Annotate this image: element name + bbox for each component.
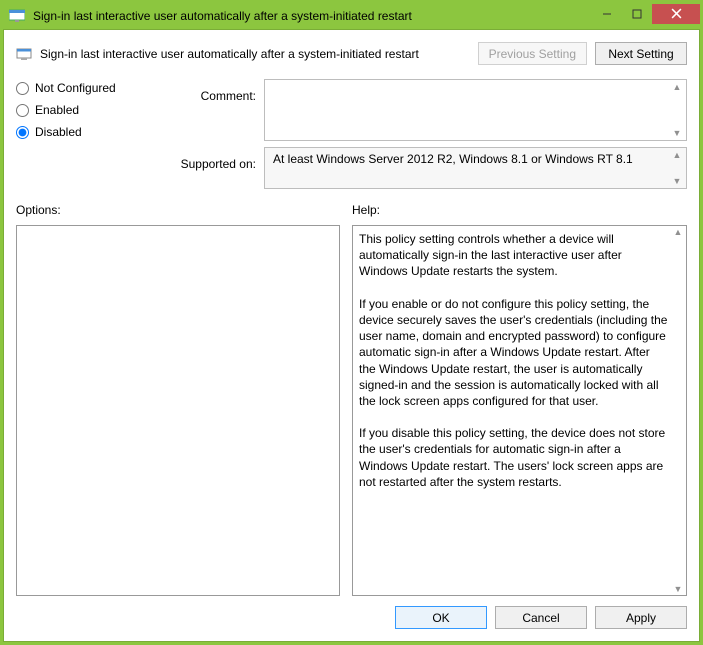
app-icon — [9, 8, 25, 24]
supported-scrollbar: ▲ ▼ — [669, 149, 685, 187]
apply-button[interactable]: Apply — [595, 606, 687, 629]
radio-disabled[interactable]: Disabled — [16, 125, 166, 139]
options-content — [23, 227, 321, 594]
help-scrollbar[interactable]: ▲ ▼ — [670, 226, 686, 595]
radio-not-configured[interactable]: Not Configured — [16, 81, 166, 95]
minimize-button[interactable] — [592, 4, 622, 24]
supported-on-text: At least Windows Server 2012 R2, Windows… — [273, 152, 633, 166]
options-label: Options: — [16, 203, 352, 217]
maximize-button[interactable] — [622, 4, 652, 24]
policy-icon — [16, 46, 32, 62]
radio-not-configured-label: Not Configured — [35, 81, 116, 95]
close-button[interactable] — [652, 4, 700, 24]
radio-not-configured-input[interactable] — [16, 82, 29, 95]
comment-scrollbar[interactable]: ▲ ▼ — [669, 81, 685, 139]
window-title: Sign-in last interactive user automatica… — [33, 9, 592, 23]
titlebar[interactable]: Sign-in last interactive user automatica… — [3, 3, 700, 29]
radio-disabled-input[interactable] — [16, 126, 29, 139]
supported-on-label: Supported on: — [170, 147, 260, 189]
ok-button[interactable]: OK — [395, 606, 487, 629]
scroll-up-icon: ▲ — [670, 226, 686, 238]
radio-enabled-input[interactable] — [16, 104, 29, 117]
radio-enabled-label: Enabled — [35, 103, 79, 117]
radio-disabled-label: Disabled — [35, 125, 82, 139]
previous-setting-button: Previous Setting — [478, 42, 587, 65]
policy-title: Sign-in last interactive user automatica… — [40, 47, 478, 61]
scroll-up-icon: ▲ — [669, 81, 685, 93]
scroll-down-icon: ▼ — [670, 583, 686, 595]
scroll-up-icon: ▲ — [669, 149, 685, 161]
client-area: Sign-in last interactive user automatica… — [3, 29, 700, 642]
help-text: This policy setting controls whether a d… — [359, 227, 668, 594]
options-pane — [16, 225, 340, 596]
next-setting-button[interactable]: Next Setting — [595, 42, 687, 65]
help-label: Help: — [352, 203, 687, 217]
supported-on-field: At least Windows Server 2012 R2, Windows… — [264, 147, 687, 189]
radio-enabled[interactable]: Enabled — [16, 103, 166, 117]
scroll-down-icon: ▼ — [669, 127, 685, 139]
help-pane: This policy setting controls whether a d… — [352, 225, 687, 596]
cancel-button[interactable]: Cancel — [495, 606, 587, 629]
scroll-down-icon: ▼ — [669, 175, 685, 187]
comment-field[interactable]: ▲ ▼ — [264, 79, 687, 141]
comment-label: Comment: — [170, 79, 260, 141]
